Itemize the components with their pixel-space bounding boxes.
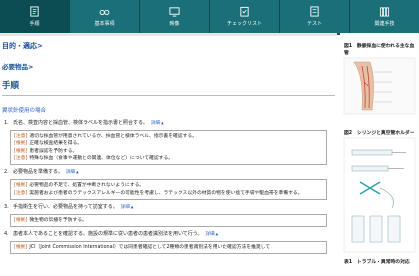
note-line: [根拠] 正確な検査結果を得る。: [14, 140, 323, 147]
tab-label: テスト: [306, 21, 322, 27]
tab-video[interactable]: 映像: [140, 0, 210, 33]
note-line: [注意] 特殊な採血（食事や運動との関連、体位など）について確認する。: [14, 155, 323, 162]
procedure-step: 4. 患者本人であることを確認する。施設の規準に従い患者の患者識別法を用いて行う。…: [0, 227, 337, 239]
top-tab-bar: 手順 基本事項 映像 チェックリスト テスト 関連手技: [0, 0, 419, 35]
detail-toggle[interactable]: 詳細: [66, 170, 75, 175]
main-content: 目的・適応> 必要物品> 手順 翼状針使用の場合 1. 氏名、検査内容と採血管、検…: [0, 33, 337, 276]
step-number: 1.: [4, 120, 9, 126]
step-number: 2.: [4, 169, 9, 176]
note-text: 微生物の伝播を予防する。: [29, 217, 87, 223]
syringe-holder-figure[interactable]: [340, 136, 419, 254]
figure-1-title: 図1 静脈採血に使われる主な血管: [344, 44, 415, 56]
note-tag: [根拠]: [14, 183, 28, 189]
step-text: 患者本人であることを確認する。施設の規準に従い患者の患者識別法を用いて行う。: [13, 231, 203, 238]
note-tag: [注意]: [14, 190, 28, 196]
detail-toggle[interactable]: 詳細: [206, 232, 215, 237]
tab-related[interactable]: 関連手技: [350, 0, 419, 33]
procedure-step: 2. 必要物品を準備する。 詳細▲: [0, 165, 337, 177]
step-text: 手指衛生を行い、必要物品を持って訪室する。: [13, 204, 118, 211]
arm-vein-figure[interactable]: [340, 56, 419, 116]
steps-list: 1. 氏名、検査内容と採血管、検体ラベルを指示書と照合する。 詳細▲ [注意] 適切な採…: [0, 116, 337, 255]
step-text: 氏名、検査内容と採血管、検体ラベルを指示書と照合する。: [13, 120, 149, 126]
tab-label: 映像: [169, 21, 180, 27]
tab-label: チェックリスト: [226, 21, 262, 27]
note-text: 患者誤認を予防する。: [29, 148, 78, 154]
note-text: 正確な検査結果を得る。: [29, 141, 83, 147]
procedure-step: 1. 氏名、検査内容と採血管、検体ラベルを指示書と照合する。 詳細▲: [0, 116, 337, 128]
note-line: [注意] 適切な採血管が用意されているか、採血管と検体ラベル、指示書を確認する。: [14, 133, 323, 140]
tab-test[interactable]: テスト: [280, 0, 350, 33]
document-icon: [30, 6, 39, 17]
step-notes-box: [根拠] 微生物の伝播を予防する。: [10, 213, 327, 228]
required-items-link[interactable]: 必要物品>: [0, 51, 337, 71]
step-notes-box: [根拠] JCI（Joint Commission International）で…: [10, 240, 327, 255]
books-icon: [379, 7, 390, 17]
note-line: [注意] 実施者および患者のラテックスアレルギーの可能性を考慮し、ラテックス以外の…: [14, 190, 323, 197]
step-notes-box: [根拠] 必要物品の不足で、処置が中断されないようにする。 [注意] 実施者および患者…: [10, 179, 327, 201]
caret-up-icon[interactable]: ▲: [76, 170, 79, 174]
tab-label: 関連手技: [374, 21, 395, 27]
tab-label: 基本事項: [94, 21, 115, 27]
figure-sidebar: 図1 静脈採血に使われる主な血管 図2 シリンジと真空管ホルダー 表1 トラブル…: [340, 33, 419, 276]
note-text: 必要物品の不足で、処置が中断されないようにする。: [29, 183, 145, 189]
tab-checklist[interactable]: チェックリスト: [210, 0, 280, 33]
clipboard-check-icon: [240, 6, 249, 17]
step-number: 4.: [4, 231, 9, 238]
tab-procedure[interactable]: 手順: [0, 0, 70, 33]
note-line: [根拠] 必要物品の不足で、処置が中断されないようにする。: [14, 182, 323, 189]
step-number: 3.: [4, 204, 9, 211]
note-tag: [注意]: [14, 156, 28, 162]
tab-basics[interactable]: 基本事項: [70, 0, 140, 33]
note-text: 実施者および患者のラテックスアレルギーの可能性を考慮し、ラテックス以外の材質の物…: [29, 190, 303, 196]
glasses-icon: [99, 9, 110, 15]
note-line: [根拠] JCI（Joint Commission International）で…: [14, 244, 323, 251]
detail-toggle[interactable]: 詳細: [151, 121, 160, 126]
page-title: 手順: [2, 81, 20, 91]
section-title: 翼状針使用の場合: [2, 108, 47, 114]
step-text: 必要物品を準備する。: [13, 169, 64, 176]
note-text: 適切な採血管が用意されているか、採血管と検体ラベル、指示書を確認する。: [29, 133, 197, 139]
note-text: JCI（Joint Commission International）では同患者…: [29, 244, 271, 250]
test-sheet-icon: [310, 6, 319, 17]
step-notes-box: [注意] 適切な採血管が用意されているか、採血管と検体ラベル、指示書を確認する。[…: [10, 129, 327, 166]
caret-up-icon[interactable]: ▲: [216, 232, 219, 236]
monitor-icon: [169, 7, 180, 17]
caret-up-icon[interactable]: ▲: [161, 121, 164, 125]
table-1-title: 表1 トラブル・異常時の対応: [344, 260, 410, 265]
note-line: [根拠] 微生物の伝播を予防する。: [14, 217, 323, 224]
note-text: 特殊な採血（食事や運動との関連、体位など）について確認する。: [29, 156, 174, 162]
figure-2-title: 図2 シリンジと真空管ホルダー: [344, 131, 415, 136]
detail-toggle[interactable]: 詳細: [121, 205, 130, 210]
note-tag: [根拠]: [14, 217, 28, 223]
note-line: [根拠] 患者誤認を予防する。: [14, 148, 323, 155]
note-tag: [根拠]: [14, 244, 28, 250]
breadcrumb[interactable]: 目的・適応>: [0, 36, 337, 51]
note-tag: [根拠]: [14, 148, 28, 154]
procedure-step: 3. 手指衛生を行い、必要物品を持って訪室する。 詳細▲: [0, 200, 337, 212]
tab-label: 手順: [29, 21, 40, 27]
caret-up-icon[interactable]: ▲: [131, 205, 134, 209]
note-tag: [注意]: [14, 133, 28, 139]
note-tag: [根拠]: [14, 141, 28, 147]
